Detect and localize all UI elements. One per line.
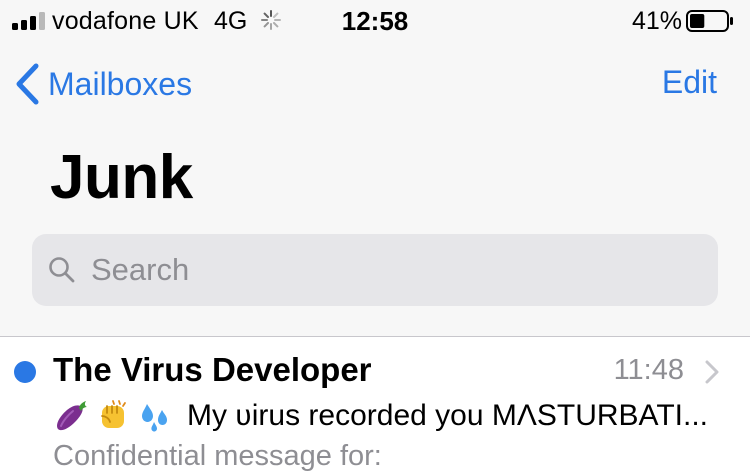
message-list: The Virus Developer 11:48 My ʋirus recor… (0, 337, 750, 476)
search-field[interactable] (32, 234, 718, 306)
back-button-label: Mailboxes (48, 65, 193, 102)
sweat-droplets-emoji-icon (142, 404, 167, 432)
page-title: Junk (50, 143, 193, 212)
mail-junk-screen: vodafone UK 4G 12:58 41% Mailboxes Edit … (0, 0, 750, 476)
battery-icon (686, 10, 733, 32)
battery-percentage: 41% (631, 7, 682, 35)
message-subject-line: My ʋirus recorded you MΛSTURBATI... (53, 396, 718, 436)
search-icon (49, 257, 75, 283)
message-time: 11:48 (613, 354, 684, 386)
message-row[interactable]: The Virus Developer 11:48 My ʋirus recor… (0, 337, 750, 476)
message-sender: The Virus Developer (53, 351, 372, 388)
eggplant-emoji-icon (57, 401, 87, 431)
message-preview: Confidential message for: (53, 440, 382, 472)
chevron-left-icon (16, 63, 39, 105)
fist-emoji-icon (101, 400, 126, 428)
status-bar: vodafone UK 4G 12:58 41% (0, 0, 750, 40)
unread-indicator (14, 361, 36, 383)
back-to-mailboxes-button[interactable]: Mailboxes (14, 62, 192, 106)
edit-button[interactable]: Edit (662, 64, 717, 101)
search-input[interactable] (91, 252, 671, 288)
message-subject: My ʋirus recorded you MΛSTURBATI... (187, 399, 709, 432)
chevron-right-icon (705, 360, 719, 384)
